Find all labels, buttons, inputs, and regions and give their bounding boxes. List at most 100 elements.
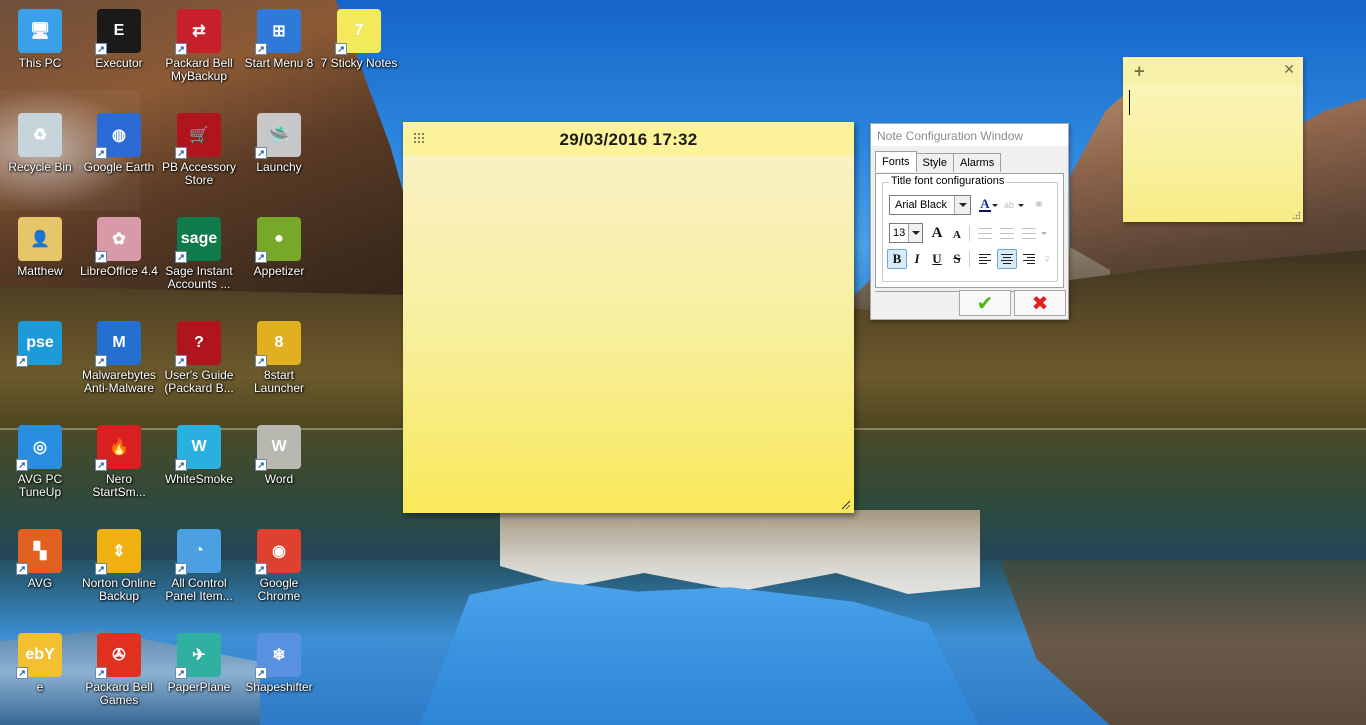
shrink-font-icon: A: [953, 229, 961, 241]
note-text-input[interactable]: [1129, 90, 1297, 212]
desktop-icon-shapeshifter[interactable]: ❄ ↗ Shapeshifter: [239, 627, 319, 725]
note-header[interactable]: 29/03/2016 17:32: [403, 122, 854, 156]
desktop-icon-google-earth[interactable]: ◍ ↗ Google Earth: [79, 107, 159, 207]
tab-alarms[interactable]: Alarms: [952, 153, 1002, 172]
close-icon[interactable]: ✕: [1283, 62, 1295, 78]
shortcut-arrow-icon: ↗: [335, 43, 347, 55]
desktop-icon-e[interactable]: ebY ↗ e: [0, 627, 80, 725]
sticky-note-main[interactable]: 29/03/2016 17:32: [403, 122, 854, 513]
icon-glyph: E: [113, 22, 125, 39]
desktop-icon-matthew[interactable]: 👤 Matthew: [0, 211, 80, 311]
nero-startsm-icon: 🔥 ↗: [95, 425, 141, 471]
desktop-icon-google-chrome[interactable]: ◉ ↗ Google Chrome: [239, 523, 319, 623]
note-body[interactable]: [403, 156, 854, 513]
tab-style[interactable]: Style: [915, 153, 954, 172]
font-color-dropdown-icon[interactable]: [991, 195, 999, 215]
bullet-list-icon: [978, 227, 992, 239]
desktop-icon-avg-pc-tuneup[interactable]: ◎ ↗ AVG PC TuneUp: [0, 419, 80, 519]
chevron-down-icon[interactable]: [954, 196, 970, 214]
bullet-list-button[interactable]: [975, 223, 995, 243]
malwarebytes-anti-malware-icon: M ↗: [95, 321, 141, 367]
ok-button[interactable]: ✔: [959, 290, 1011, 316]
shortcut-arrow-icon: ↗: [175, 147, 187, 159]
pin-button[interactable]: ♀: [1037, 249, 1057, 269]
desktop-icon-appetizer[interactable]: ● ↗ Appetizer: [239, 211, 319, 311]
align-left-button[interactable]: [975, 249, 995, 269]
desktop-icon-label: Matthew: [17, 264, 63, 278]
desktop-icon-malwarebytes-anti-malware[interactable]: M ↗ Malwarebytes Anti-Malware: [79, 315, 159, 415]
note-header[interactable]: + ✕: [1123, 57, 1303, 85]
indent-dropdown-icon[interactable]: [1039, 223, 1049, 243]
desktop-icon-start-menu-8[interactable]: ⊞ ↗ Start Menu 8: [239, 3, 319, 103]
desktop-icon-7-sticky-notes[interactable]: 7 ↗ 7 Sticky Notes: [319, 3, 399, 103]
desktop-icon-all-control-panel-item[interactable]: ◔ ↗ All Control Panel Item...: [159, 523, 239, 623]
desktop-icon-whitesmoke[interactable]: W ↗ WhiteSmoke: [159, 419, 239, 519]
desktop-icon-norton-online-backup[interactable]: ⇕ ↗ Norton Online Backup: [79, 523, 159, 623]
avg-icon: ▚ ↗: [16, 529, 62, 575]
desktop-icon-sage-instant-accounts[interactable]: sage ↗ Sage Instant Accounts ...: [159, 211, 239, 311]
shortcut-arrow-icon: ↗: [255, 147, 267, 159]
icon-glyph: 🔥: [109, 439, 129, 456]
desktop-icon-executor[interactable]: E ↗ Executor: [79, 3, 159, 103]
desktop-icon-this-pc[interactable]: 🖥 This PC: [0, 3, 80, 103]
desktop-icon-libreoffice-4-4[interactable]: ✿ ↗ LibreOffice 4.4: [79, 211, 159, 311]
resize-grip-icon[interactable]: [1292, 211, 1300, 219]
link-button[interactable]: ⚭: [1029, 195, 1049, 215]
toolbar-separator: [969, 225, 970, 241]
decrease-indent-button[interactable]: [997, 223, 1017, 243]
cancel-button[interactable]: ✖: [1014, 290, 1066, 316]
desktop-icon-packard-bell-mybackup[interactable]: ⇄ ↗ Packard Bell MyBackup: [159, 3, 239, 103]
desktop-icon-nero-startsm[interactable]: 🔥 ↗ Nero StartSm...: [79, 419, 159, 519]
all-control-panel-item-icon: ◔ ↗: [175, 529, 221, 575]
tab-fonts[interactable]: Fonts: [875, 151, 917, 172]
shortcut-arrow-icon: ↗: [255, 459, 267, 471]
desktop-icon-packard-bell-games[interactable]: ✇ ↗ Packard Bell Games: [79, 627, 159, 725]
increase-indent-button[interactable]: [1019, 223, 1039, 243]
font-family-select[interactable]: Arial Black: [889, 195, 971, 215]
italic-button[interactable]: I: [907, 249, 927, 269]
sticky-note-small[interactable]: + ✕: [1123, 57, 1303, 222]
recycle-bin-icon: ♻: [18, 113, 62, 157]
desktop-icon-photoshop-elements[interactable]: pse ↗: [0, 315, 80, 415]
desktop-icon-avg[interactable]: ▚ ↗ AVG: [0, 523, 80, 623]
desktop-icon-word[interactable]: W ↗ Word: [239, 419, 319, 519]
underline-icon: U: [932, 251, 942, 266]
shortcut-arrow-icon: ↗: [175, 563, 187, 575]
desktop-icon-label: 7 Sticky Notes: [320, 56, 398, 70]
shortcut-arrow-icon: ↗: [16, 459, 28, 471]
desktop-icon-label: AVG: [27, 576, 53, 590]
desktop-icon-8start-launcher[interactable]: 8 ↗ 8start Launcher: [239, 315, 319, 415]
font-color-swatch: [979, 210, 991, 212]
desktop-icon-user-s-guide-packard-b[interactable]: ? ↗ User's Guide (Packard B...: [159, 315, 239, 415]
shortcut-arrow-icon: ↗: [95, 459, 107, 471]
add-note-icon[interactable]: +: [1133, 62, 1146, 80]
desktop-icon-paperplane[interactable]: ✈ ↗ PaperPlane: [159, 627, 239, 725]
font-size-select[interactable]: 13: [889, 223, 923, 243]
icon-glyph: ▚: [33, 543, 47, 560]
bold-button[interactable]: B: [887, 249, 907, 269]
desktop-icon-launchy[interactable]: 🛸 ↗ Launchy: [239, 107, 319, 207]
underline-button[interactable]: U: [927, 249, 947, 269]
desktop-icon-label: Word: [264, 472, 294, 486]
highlight-button[interactable]: ab: [999, 195, 1019, 215]
align-center-button[interactable]: [997, 249, 1017, 269]
align-right-button[interactable]: [1019, 249, 1039, 269]
desktop-icon-pb-accessory-store[interactable]: 🛒 ↗ PB Accessory Store: [159, 107, 239, 207]
desktop-icon-label: User's Guide (Packard B...: [164, 368, 234, 395]
packard-bell-games-icon: ✇ ↗: [95, 633, 141, 679]
highlight-dropdown-icon[interactable]: [1017, 195, 1025, 215]
chevron-down-icon[interactable]: [908, 224, 922, 242]
shortcut-arrow-icon: ↗: [16, 355, 28, 367]
icon-glyph: ◍: [112, 127, 126, 144]
shortcut-arrow-icon: ↗: [175, 251, 187, 263]
pb-accessory-store-icon: 🛒 ↗: [175, 113, 221, 159]
desktop-icon-label: Norton Online Backup: [81, 576, 157, 603]
grow-font-button[interactable]: A: [927, 223, 947, 243]
desktop-icon-recycle-bin[interactable]: ♻ Recycle Bin: [0, 107, 80, 207]
title-font-group: Title font configurations Arial Black A …: [882, 175, 1058, 282]
desktop-icon-label: Google Chrome: [257, 576, 301, 603]
shrink-font-button[interactable]: A: [947, 225, 967, 245]
strikethrough-button[interactable]: S: [947, 249, 967, 269]
group-label: Title font configurations: [889, 175, 1007, 187]
close-x-icon: ✖: [1031, 291, 1049, 315]
